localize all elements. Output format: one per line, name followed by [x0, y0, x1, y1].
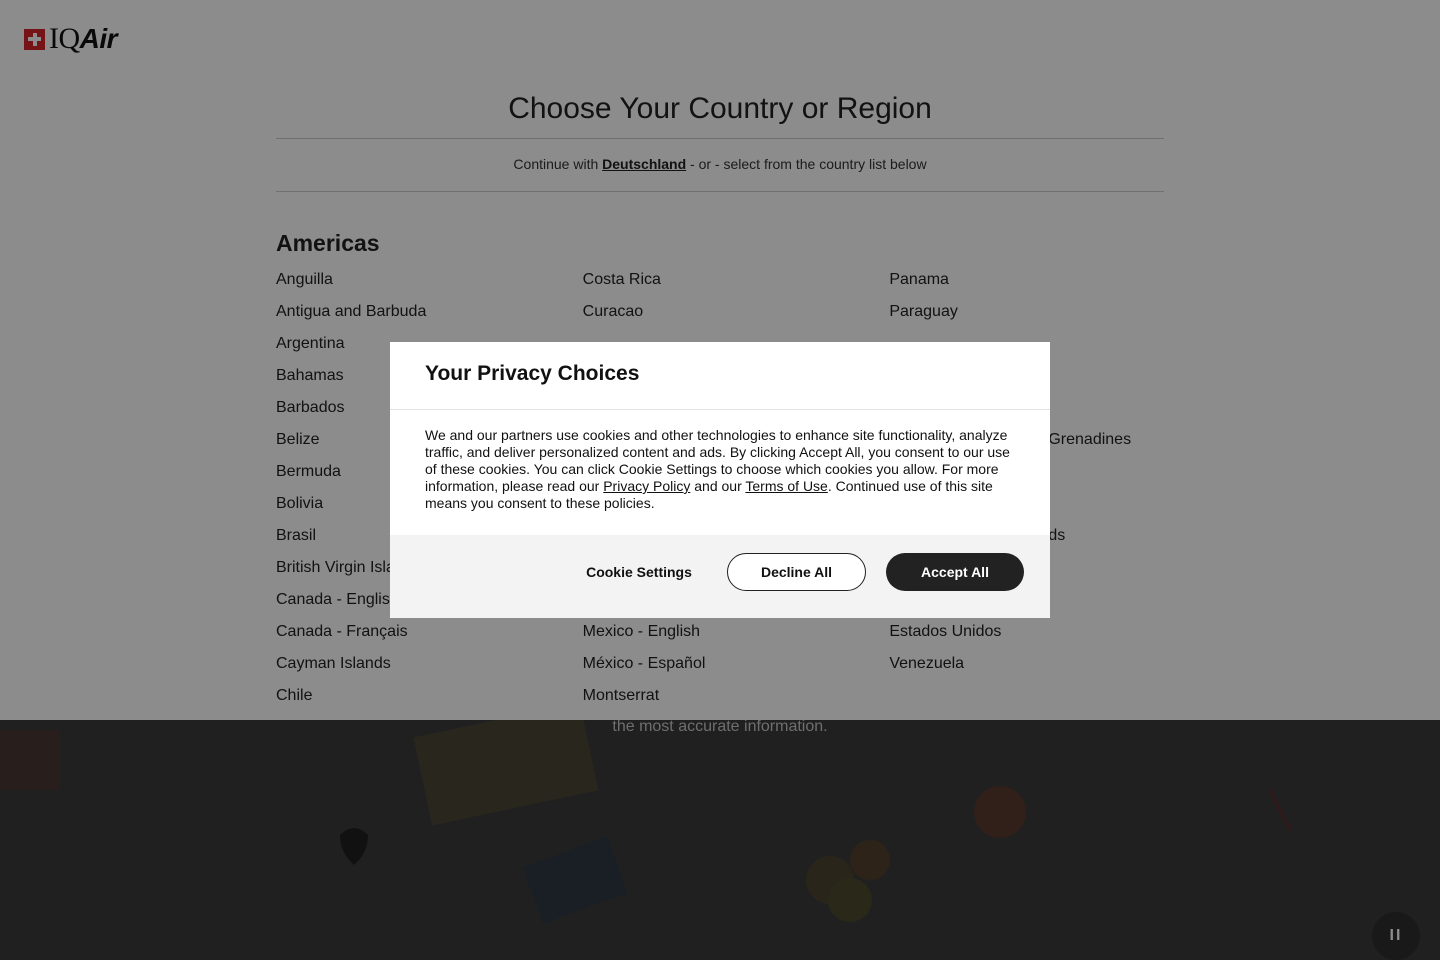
cookie-settings-button[interactable]: Cookie Settings — [568, 553, 710, 591]
modal-text-2: and our — [694, 478, 742, 494]
privacy-policy-link[interactable]: Privacy Policy — [603, 478, 690, 494]
decline-all-button[interactable]: Decline All — [727, 553, 866, 591]
accept-all-button[interactable]: Accept All — [886, 553, 1024, 591]
modal-header: Your Privacy Choices — [390, 342, 1050, 410]
terms-of-use-link[interactable]: Terms of Use — [745, 478, 827, 494]
privacy-modal: Your Privacy Choices We and our partners… — [390, 342, 1050, 618]
modal-footer: Cookie Settings Decline All Accept All — [390, 535, 1050, 618]
modal-body: We and our partners use cookies and othe… — [390, 410, 1050, 536]
modal-title: Your Privacy Choices — [425, 362, 640, 385]
